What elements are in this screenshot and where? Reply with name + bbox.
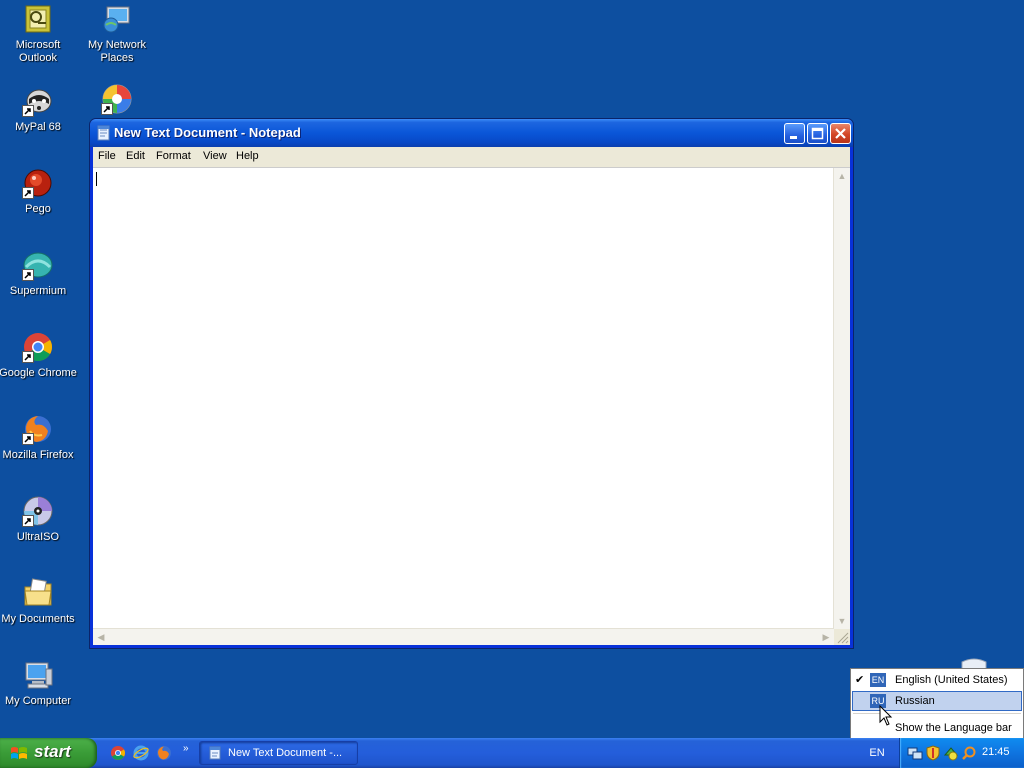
mypal-icon — [22, 85, 54, 117]
menu-option-label: Show the Language bar — [895, 722, 1012, 734]
maximize-button[interactable] — [807, 123, 828, 144]
quick-launch-firefox-icon[interactable] — [156, 745, 172, 761]
desktop-icon-my-computer[interactable]: My Computer — [0, 659, 78, 708]
checkmark-icon: ✔ — [855, 674, 865, 686]
network-places-icon — [101, 3, 133, 35]
notepad-icon — [96, 125, 112, 141]
start-button[interactable]: start — [0, 738, 97, 768]
window-title: New Text Document - Notepad — [114, 125, 301, 140]
my-computer-icon — [22, 659, 54, 691]
language-badge: EN — [870, 673, 886, 687]
scroll-left-icon[interactable]: ◀ — [93, 629, 109, 645]
menu-help[interactable]: Help — [236, 150, 259, 162]
windows-logo-icon — [10, 745, 28, 761]
desktop-icon-label: My Network Places — [87, 39, 147, 64]
supermium-icon — [22, 249, 54, 281]
notepad-icon — [208, 746, 222, 760]
mouse-cursor-icon — [879, 704, 893, 727]
picasa-icon — [101, 83, 133, 115]
clock[interactable]: 21:45 — [982, 746, 1010, 758]
pego-icon — [22, 167, 54, 199]
quick-launch-chrome-icon[interactable] — [110, 745, 126, 761]
shortcut-arrow-icon — [22, 351, 34, 363]
resize-grip-icon[interactable] — [834, 629, 850, 645]
menu-file[interactable]: File — [98, 150, 116, 162]
menu-bar: File Edit Format View Help — [93, 147, 850, 167]
my-documents-icon — [22, 577, 54, 609]
text-caret — [96, 172, 97, 186]
shortcut-arrow-icon — [101, 103, 113, 115]
language-menu: ✔ EN English (United States) RU Russian … — [850, 668, 1024, 739]
language-option-label: Russian — [895, 695, 935, 707]
scroll-right-icon[interactable]: ▶ — [818, 629, 834, 645]
menu-format[interactable]: Format — [156, 150, 191, 162]
desktop-icon-label: My Documents — [1, 613, 75, 625]
desktop-icon-pego[interactable]: Pego — [0, 167, 78, 216]
notepad-window[interactable]: New Text Document - Notepad File Edit Fo… — [89, 118, 854, 649]
desktop-icon-label: Supermium — [9, 285, 67, 297]
desktop-icon-mypal-68[interactable]: MyPal 68 — [0, 85, 78, 134]
start-label: start — [34, 742, 71, 761]
desktop-icon-google-chrome[interactable]: Google Chrome — [0, 331, 78, 380]
taskbar-button-label: New Text Document -... — [228, 747, 343, 759]
shortcut-arrow-icon — [22, 105, 34, 117]
minimize-button[interactable] — [784, 123, 805, 144]
vertical-scrollbar[interactable]: ▲ ▼ — [833, 168, 850, 629]
close-button[interactable] — [830, 123, 851, 144]
shortcut-arrow-icon — [22, 433, 34, 445]
desktop-icon-label: Microsoft Outlook — [15, 39, 61, 64]
language-option-label: English (United States) — [895, 674, 1008, 686]
desktop-icon-supermium[interactable]: Supermium — [0, 249, 78, 298]
desktop-icon-mozilla-firefox[interactable]: Mozilla Firefox — [0, 413, 78, 462]
title-bar[interactable]: New Text Document - Notepad — [90, 119, 853, 147]
shortcut-arrow-icon — [22, 269, 34, 281]
desktop-icon-label: UltraISO — [16, 531, 60, 543]
ultraiso-icon — [22, 495, 54, 527]
desktop-icon-label: Pego — [25, 203, 51, 215]
horizontal-scrollbar[interactable]: ◀ ▶ — [93, 628, 834, 645]
outlook-icon — [22, 3, 54, 35]
shortcut-arrow-icon — [22, 187, 34, 199]
search-tray-icon[interactable] — [961, 745, 977, 761]
update-tray-icon[interactable] — [943, 745, 959, 761]
desktop-icon-ultraiso[interactable]: UltraISO — [0, 495, 78, 544]
language-option-english[interactable]: ✔ EN English (United States) — [852, 670, 1022, 690]
menu-view[interactable]: View — [203, 150, 227, 162]
desktop-icon-picasa[interactable] — [77, 83, 157, 119]
show-language-bar-option[interactable]: Show the Language bar — [852, 718, 1022, 738]
network-tray-icon[interactable] — [907, 745, 923, 761]
desktop-icon-label: MyPal 68 — [15, 121, 61, 133]
scroll-up-icon[interactable]: ▲ — [834, 168, 850, 184]
chrome-icon — [22, 331, 54, 363]
taskbar: start » New Text Document -... EN 21:45 — [0, 738, 1024, 768]
text-editor-area[interactable]: ▲ ▼ ◀ ▶ — [93, 167, 850, 645]
language-indicator[interactable]: EN — [862, 738, 892, 768]
quick-launch-more-icon[interactable]: » — [183, 743, 189, 754]
taskbar-button-notepad[interactable]: New Text Document -... — [199, 741, 358, 765]
firefox-icon — [22, 413, 54, 445]
desktop-icon-label: Google Chrome — [0, 367, 77, 379]
menu-edit[interactable]: Edit — [126, 150, 145, 162]
security-shield-icon[interactable] — [925, 745, 941, 761]
shortcut-arrow-icon — [22, 515, 34, 527]
language-option-russian[interactable]: RU Russian — [852, 691, 1022, 711]
desktop-icon-label: Mozilla Firefox — [2, 449, 74, 461]
quick-launch-internet-explorer-icon[interactable] — [133, 745, 149, 761]
desktop-icon-my-network-places[interactable]: My Network Places — [77, 3, 157, 65]
desktop-icon-my-documents[interactable]: My Documents — [0, 577, 78, 626]
scroll-down-icon[interactable]: ▼ — [834, 613, 850, 629]
desktop-icon-microsoft-outlook[interactable]: Microsoft Outlook — [0, 3, 78, 65]
desktop-icon-label: My Computer — [4, 695, 72, 707]
system-tray: 21:45 — [899, 738, 1024, 768]
